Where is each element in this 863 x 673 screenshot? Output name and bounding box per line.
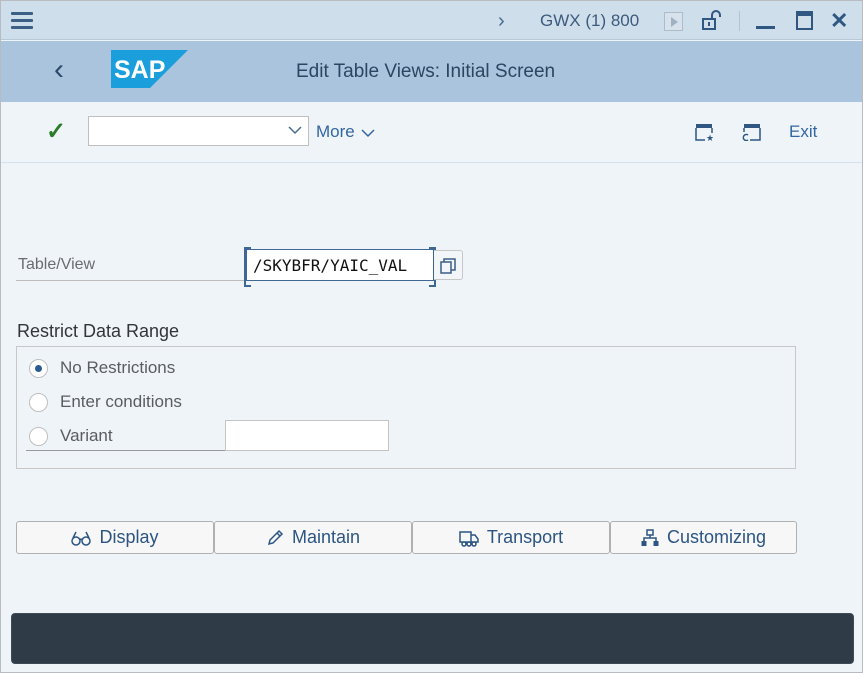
action-buttons: Display Maintain Transport Customizing [16,521,797,554]
hierarchy-icon [641,528,659,546]
lock-open-icon[interactable] [701,9,723,31]
button-label: Display [99,527,159,547]
button-label: Customizing [666,527,767,547]
button-label: Transport [486,527,564,547]
radio-label: Enter conditions [60,392,182,411]
customizing-button[interactable]: Customizing [610,521,797,554]
chevron-down-icon[interactable] [288,123,302,137]
button-label: Maintain [291,527,361,547]
sap-logo-text: SAP [114,56,165,84]
page-title: Edit Table Views: Initial Screen [296,61,556,82]
title-bar: › GWX (1) 800 ✕ [1,1,862,40]
exit-button[interactable]: Exit [789,122,817,142]
label-underline [26,450,226,451]
toolbar: ✓ More ★ Exit [1,102,862,163]
radio-variant[interactable]: Variant [29,423,113,449]
value-help-button[interactable] [434,250,463,280]
radio-button[interactable] [29,426,48,446]
table-view-input[interactable] [247,250,433,280]
truck-icon [459,530,479,547]
sap-gui-window: › GWX (1) 800 ✕ ‹ SAP Edit Table Views: … [0,0,863,673]
display-button[interactable]: Display [16,521,214,554]
pencil-icon [267,529,284,545]
table-view-label: Table/View [18,256,96,273]
sap-logo: SAP [111,50,188,88]
maximize-icon[interactable] [796,11,813,30]
radio-label: No Restrictions [60,358,176,377]
command-input[interactable] [89,117,279,145]
generate-shortcut-icon[interactable] [742,123,761,141]
radio-no-restrictions[interactable]: No Restrictions [29,355,175,381]
radio-label: Variant [60,426,113,445]
minimize-icon[interactable] [756,26,775,29]
variant-field[interactable] [225,420,389,451]
label-underline [16,280,246,281]
glasses-icon [71,531,92,546]
svg-text:★: ★ [706,133,713,141]
play-icon[interactable] [664,12,683,31]
maintain-button[interactable]: Maintain [214,521,412,554]
app-header: ‹ SAP Edit Table Views: Initial Screen [1,41,862,102]
table-view-field[interactable] [244,247,436,287]
more-menu-button[interactable]: More [316,122,375,142]
command-field[interactable] [88,116,309,146]
new-window-favorite-icon[interactable]: ★ [695,123,713,141]
more-label: More [316,122,355,141]
back-icon[interactable]: ‹ [54,53,64,87]
value-help-icon [440,258,456,274]
chevron-down-icon [361,128,375,137]
menu-icon[interactable] [11,12,33,30]
enter-check-icon[interactable]: ✓ [46,117,66,146]
transport-button[interactable]: Transport [412,521,610,554]
separator [739,11,740,31]
system-info: GWX (1) 800 [540,11,640,30]
close-icon[interactable]: ✕ [830,8,848,34]
radio-button[interactable] [29,392,48,412]
chevron-right-icon[interactable]: › [498,10,505,33]
status-bar [11,613,854,664]
variant-input[interactable] [226,421,386,450]
restrict-data-range-title: Restrict Data Range [17,321,180,341]
radio-enter-conditions[interactable]: Enter conditions [29,389,182,415]
radio-button[interactable] [29,358,48,378]
